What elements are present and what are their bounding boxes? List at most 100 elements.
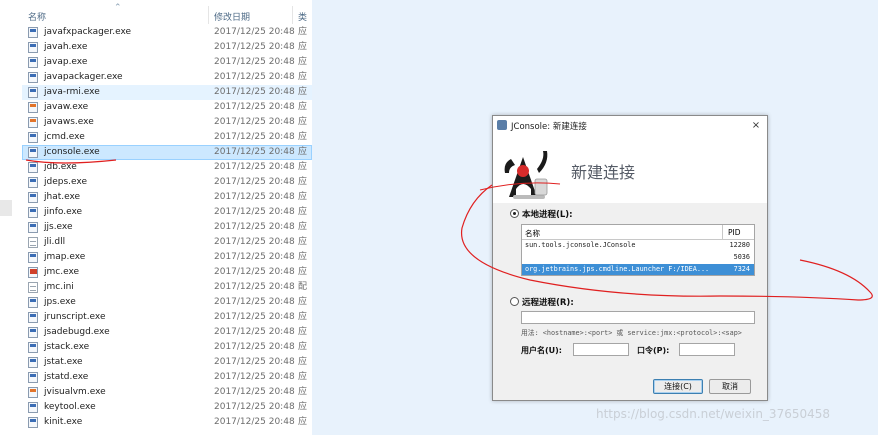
file-name: jjs.exe: [44, 222, 73, 232]
file-name: jvisualvm.exe: [44, 387, 106, 397]
column-type[interactable]: 类: [298, 10, 307, 23]
file-row[interactable]: kinit.exe 2017/12/25 20:48 应: [22, 415, 312, 430]
process-row[interactable]: sun.tools.jconsole.JConsole 12280: [522, 240, 754, 251]
file-type: 应: [298, 252, 308, 262]
file-date: 2017/12/25 20:48: [214, 342, 295, 352]
exe-icon: [28, 177, 38, 188]
file-date: 2017/12/25 20:48: [214, 402, 295, 412]
file-row[interactable]: javaws.exe 2017/12/25 20:48 应: [22, 115, 312, 130]
file-type: 应: [298, 417, 308, 427]
file-type: 应: [298, 72, 308, 82]
process-pid: 5036: [733, 253, 750, 261]
file-date: 2017/12/25 20:48: [214, 417, 295, 427]
file-date: 2017/12/25 20:48: [214, 252, 295, 262]
file-row[interactable]: jsadebugd.exe 2017/12/25 20:48 应: [22, 325, 312, 340]
file-type: 应: [298, 387, 308, 397]
file-row[interactable]: jli.dll 2017/12/25 20:48 应: [22, 235, 312, 250]
file-date: 2017/12/25 20:48: [214, 147, 295, 157]
file-date: 2017/12/25 20:48: [214, 387, 295, 397]
file-type: 应: [298, 237, 308, 247]
file-type: 应: [298, 402, 308, 412]
file-name: javafxpackager.exe: [44, 27, 132, 37]
file-row[interactable]: jhat.exe 2017/12/25 20:48 应: [22, 190, 312, 205]
close-button[interactable]: ×: [748, 119, 764, 132]
column-separator[interactable]: [722, 225, 723, 239]
file-icon: [28, 282, 38, 293]
usage-hint: 用法: <hostname>:<port> 或 service:jmx:<pro…: [521, 329, 742, 337]
file-type: 应: [298, 207, 308, 217]
remote-process-label[interactable]: 远程进程(R):: [522, 296, 574, 308]
java-icon: [28, 387, 38, 398]
file-type: 应: [298, 147, 308, 157]
file-row[interactable]: jdeps.exe 2017/12/25 20:48 应: [22, 175, 312, 190]
remote-process-input[interactable]: [521, 311, 755, 324]
file-row[interactable]: jstat.exe 2017/12/25 20:48 应: [22, 355, 312, 370]
local-process-radio[interactable]: [510, 209, 519, 218]
file-date: 2017/12/25 20:48: [214, 282, 295, 292]
file-name: jps.exe: [44, 297, 76, 307]
file-row[interactable]: jinfo.exe 2017/12/25 20:48 应: [22, 205, 312, 220]
file-row[interactable]: jmap.exe 2017/12/25 20:48 应: [22, 250, 312, 265]
dialog-titlebar[interactable]: JConsole: 新建连接 ×: [493, 116, 767, 135]
file-row[interactable]: javapackager.exe 2017/12/25 20:48 应: [22, 70, 312, 85]
file-type: 应: [298, 132, 308, 142]
file-type: 应: [298, 312, 308, 322]
file-row[interactable]: jconsole.exe 2017/12/25 20:48 应: [22, 145, 312, 160]
file-type: 应: [298, 102, 308, 112]
file-row[interactable]: jstatd.exe 2017/12/25 20:48 应: [22, 370, 312, 385]
file-row[interactable]: keytool.exe 2017/12/25 20:48 应: [22, 400, 312, 415]
file-date: 2017/12/25 20:48: [214, 222, 295, 232]
file-name: javah.exe: [44, 42, 88, 52]
password-field[interactable]: [679, 343, 735, 356]
column-separator[interactable]: [208, 6, 209, 24]
file-type: 应: [298, 192, 308, 202]
column-pid[interactable]: PID: [728, 228, 741, 237]
column-separator[interactable]: [292, 6, 293, 24]
exe-icon: [28, 42, 38, 53]
username-field[interactable]: [573, 343, 629, 356]
file-row[interactable]: jrunscript.exe 2017/12/25 20:48 应: [22, 310, 312, 325]
file-row[interactable]: jdb.exe 2017/12/25 20:48 应: [22, 160, 312, 175]
column-process-name[interactable]: 名称: [525, 228, 540, 239]
file-type: 应: [298, 177, 308, 187]
exe-icon: [28, 297, 38, 308]
file-row[interactable]: jstack.exe 2017/12/25 20:48 应: [22, 340, 312, 355]
cancel-button[interactable]: 取消: [709, 379, 751, 394]
file-name: jmap.exe: [44, 252, 86, 262]
java-icon: [28, 117, 38, 128]
file-icon: [28, 237, 38, 248]
file-date: 2017/12/25 20:48: [214, 162, 295, 172]
file-row[interactable]: javaw.exe 2017/12/25 20:48 应: [22, 100, 312, 115]
file-row[interactable]: jvisualvm.exe 2017/12/25 20:48 应: [22, 385, 312, 400]
jmc-icon: [28, 267, 38, 278]
exe-icon: [28, 312, 38, 323]
file-type: 应: [298, 27, 308, 37]
file-type: 应: [298, 57, 308, 67]
column-date[interactable]: 修改日期: [214, 10, 250, 23]
file-row[interactable]: jjs.exe 2017/12/25 20:48 应: [22, 220, 312, 235]
file-date: 2017/12/25 20:48: [214, 27, 295, 37]
column-name[interactable]: 名称: [28, 10, 46, 23]
file-row[interactable]: java-rmi.exe 2017/12/25 20:48 应: [22, 85, 312, 100]
file-date: 2017/12/25 20:48: [214, 102, 295, 112]
file-type: 应: [298, 327, 308, 337]
java-icon: [28, 102, 38, 113]
file-row[interactable]: javap.exe 2017/12/25 20:48 应: [22, 55, 312, 70]
local-process-label[interactable]: 本地进程(L):: [522, 208, 573, 220]
file-row[interactable]: javafxpackager.exe 2017/12/25 20:48 应: [22, 25, 312, 40]
exe-icon: [28, 417, 38, 428]
file-date: 2017/12/25 20:48: [214, 132, 295, 142]
connect-button[interactable]: 连接(C): [653, 379, 703, 394]
exe-icon: [28, 87, 38, 98]
file-date: 2017/12/25 20:48: [214, 267, 295, 277]
process-row[interactable]: 5036: [522, 252, 754, 263]
process-row[interactable]: org.jetbrains.jps.cmdline.Launcher F:/ID…: [522, 264, 754, 275]
file-row[interactable]: javah.exe 2017/12/25 20:48 应: [22, 40, 312, 55]
file-row[interactable]: jps.exe 2017/12/25 20:48 应: [22, 295, 312, 310]
remote-process-radio[interactable]: [510, 297, 519, 306]
file-row[interactable]: jmc.exe 2017/12/25 20:48 应: [22, 265, 312, 280]
nav-pane-item[interactable]: [0, 200, 12, 216]
file-date: 2017/12/25 20:48: [214, 372, 295, 382]
file-row[interactable]: jcmd.exe 2017/12/25 20:48 应: [22, 130, 312, 145]
file-row[interactable]: jmc.ini 2017/12/25 20:48 配: [22, 280, 312, 295]
